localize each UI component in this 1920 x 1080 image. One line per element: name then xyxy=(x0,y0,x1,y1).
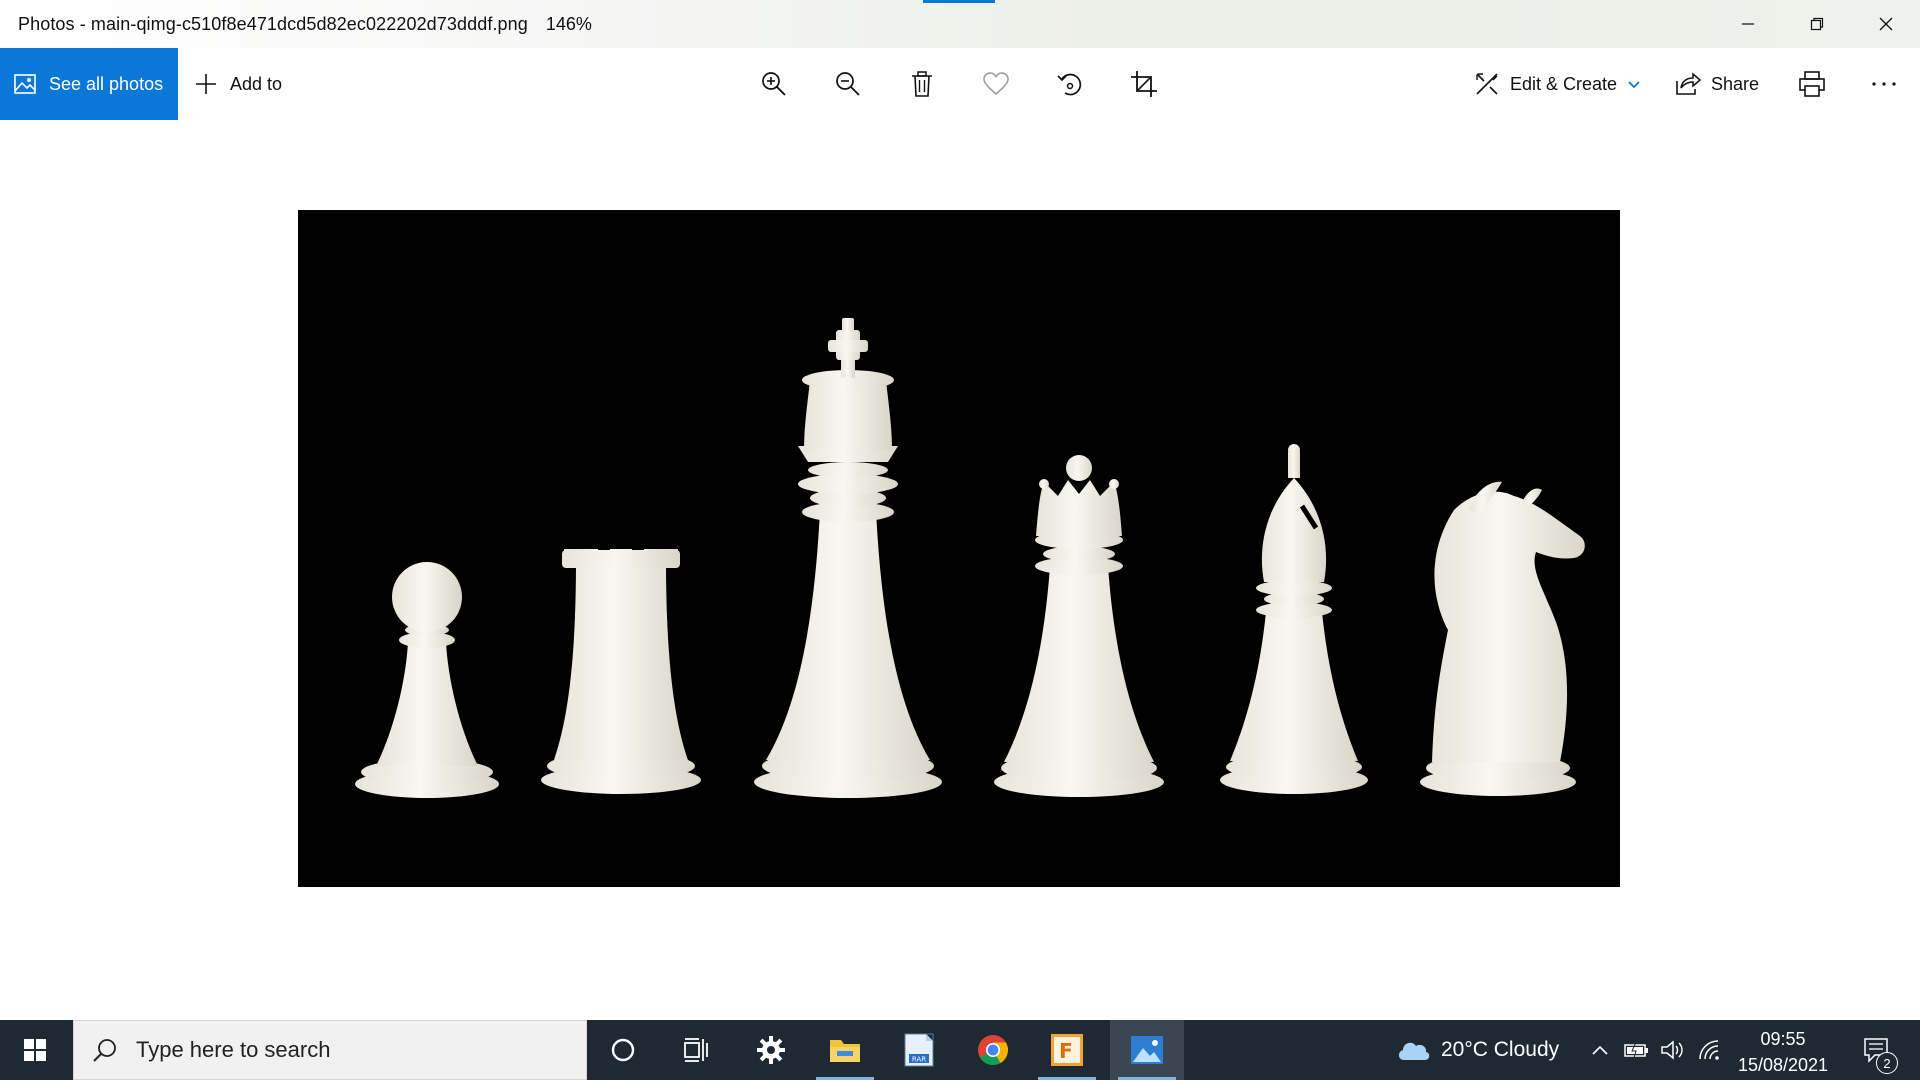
zoom-out-icon xyxy=(836,72,860,96)
taskbar-chrome[interactable] xyxy=(956,1020,1030,1080)
speaker-icon xyxy=(1661,1040,1683,1060)
rotate-button[interactable] xyxy=(1040,48,1100,120)
photos-icon xyxy=(14,74,36,94)
chevron-down-icon xyxy=(1628,81,1640,89)
see-all-photos-button[interactable]: See all photos xyxy=(0,48,178,120)
clock-time: 09:55 xyxy=(1760,1029,1806,1049)
chevron-up-icon xyxy=(1592,1045,1608,1055)
pawn-piece xyxy=(355,562,499,798)
show-hidden-icons-button[interactable] xyxy=(1586,1020,1614,1080)
print-button[interactable] xyxy=(1782,48,1842,120)
plus-icon xyxy=(196,74,216,94)
taskbar-fusion-app[interactable]: F xyxy=(1030,1020,1104,1080)
chrome-icon xyxy=(978,1035,1009,1066)
edit-create-button[interactable]: Edit & Create xyxy=(1474,48,1641,120)
clock-date: 15/08/2021 xyxy=(1737,1055,1829,1075)
battery-icon xyxy=(1624,1042,1648,1058)
more-options-button[interactable] xyxy=(1854,48,1914,120)
close-icon xyxy=(1879,17,1892,31)
search-placeholder: Type here to search xyxy=(136,1037,331,1062)
minimize-button[interactable] xyxy=(1713,0,1782,48)
edit-create-icon xyxy=(1476,73,1498,95)
knight-piece xyxy=(1420,481,1585,796)
favorite-button[interactable] xyxy=(966,48,1026,120)
folder-icon xyxy=(830,1040,860,1062)
window-title: Photos - main-qimg-c510f8e471dcd5d82ec02… xyxy=(18,13,528,34)
task-view-button[interactable] xyxy=(660,1020,734,1080)
window-controls xyxy=(1713,0,1920,48)
share-button[interactable]: Share xyxy=(1675,48,1759,120)
command-bar: See all photos Add to Edit & Create Shar… xyxy=(0,48,1920,120)
share-label: Share xyxy=(1711,73,1760,94)
windows-logo-icon xyxy=(24,1039,46,1061)
crop-button[interactable] xyxy=(1114,48,1174,120)
wifi-icon xyxy=(1699,1040,1719,1060)
zoom-in-icon xyxy=(762,72,786,96)
taskbar-settings[interactable] xyxy=(734,1020,808,1080)
more-options-icon xyxy=(1872,82,1896,86)
clock[interactable]: 09:55 15/08/2021 xyxy=(1730,1026,1836,1078)
close-button[interactable] xyxy=(1851,0,1920,48)
minimize-icon xyxy=(1741,23,1754,25)
delete-button[interactable] xyxy=(892,48,952,120)
taskbar-search-box[interactable]: Type here to search xyxy=(73,1020,587,1080)
weather-widget[interactable]: 20°C Cloudy xyxy=(1395,1020,1559,1080)
printer-icon xyxy=(1799,71,1825,97)
photos-app-window: Photos - main-qimg-c510f8e471dcd5d82ec02… xyxy=(0,0,1920,1080)
title-bar: Photos - main-qimg-c510f8e471dcd5d82ec02… xyxy=(0,0,1920,48)
photos-app-icon xyxy=(1131,1036,1163,1064)
king-piece xyxy=(754,318,942,798)
notification-count-badge: 2 xyxy=(1876,1052,1898,1074)
taskbar-winrar[interactable]: RAR xyxy=(882,1020,956,1080)
cloud-icon xyxy=(1398,1042,1430,1060)
image-viewer[interactable] xyxy=(0,120,1920,1020)
chess-pieces-image xyxy=(355,318,1585,798)
edit-create-label: Edit & Create xyxy=(1510,73,1618,94)
rook-piece xyxy=(541,549,701,794)
trash-icon xyxy=(912,71,932,97)
svg-text:RAR: RAR xyxy=(912,1056,926,1064)
restore-button[interactable] xyxy=(1782,0,1851,48)
add-to-button[interactable]: Add to xyxy=(194,48,282,120)
network-status[interactable] xyxy=(1692,1020,1726,1080)
volume-control[interactable] xyxy=(1656,1020,1690,1080)
winrar-icon: RAR xyxy=(904,1033,934,1067)
battery-status[interactable] xyxy=(1620,1020,1654,1080)
action-center-button[interactable]: 2 xyxy=(1846,1020,1906,1080)
start-button[interactable] xyxy=(0,1020,70,1080)
taskbar: Type here to search RAR F 20°C Cloudy 09… xyxy=(0,1020,1920,1080)
title-bar-accent xyxy=(923,0,995,3)
heart-icon xyxy=(983,72,1009,95)
task-view-icon xyxy=(684,1038,708,1062)
taskbar-file-explorer[interactable] xyxy=(808,1020,882,1080)
cortana-icon xyxy=(611,1038,635,1062)
fusion-app-icon: F xyxy=(1051,1034,1083,1066)
share-icon xyxy=(1676,72,1701,95)
bishop-piece xyxy=(1220,444,1368,794)
rotate-icon xyxy=(1057,73,1082,96)
gear-icon xyxy=(757,1036,785,1064)
zoom-out-button[interactable] xyxy=(818,48,878,120)
zoom-level: 146% xyxy=(545,13,592,34)
restore-icon xyxy=(1810,17,1823,31)
add-to-label: Add to xyxy=(230,73,283,94)
cortana-button[interactable] xyxy=(586,1020,660,1080)
search-icon xyxy=(93,1039,116,1062)
taskbar-photos[interactable] xyxy=(1110,1020,1184,1080)
zoom-in-button[interactable] xyxy=(744,48,804,120)
see-all-photos-label: See all photos xyxy=(49,73,164,94)
queen-piece xyxy=(994,455,1164,797)
displayed-photo xyxy=(298,210,1620,887)
weather-text: 20°C Cloudy xyxy=(1441,1038,1560,1061)
crop-icon xyxy=(1131,71,1157,97)
svg-text:F: F xyxy=(1059,1039,1073,1063)
